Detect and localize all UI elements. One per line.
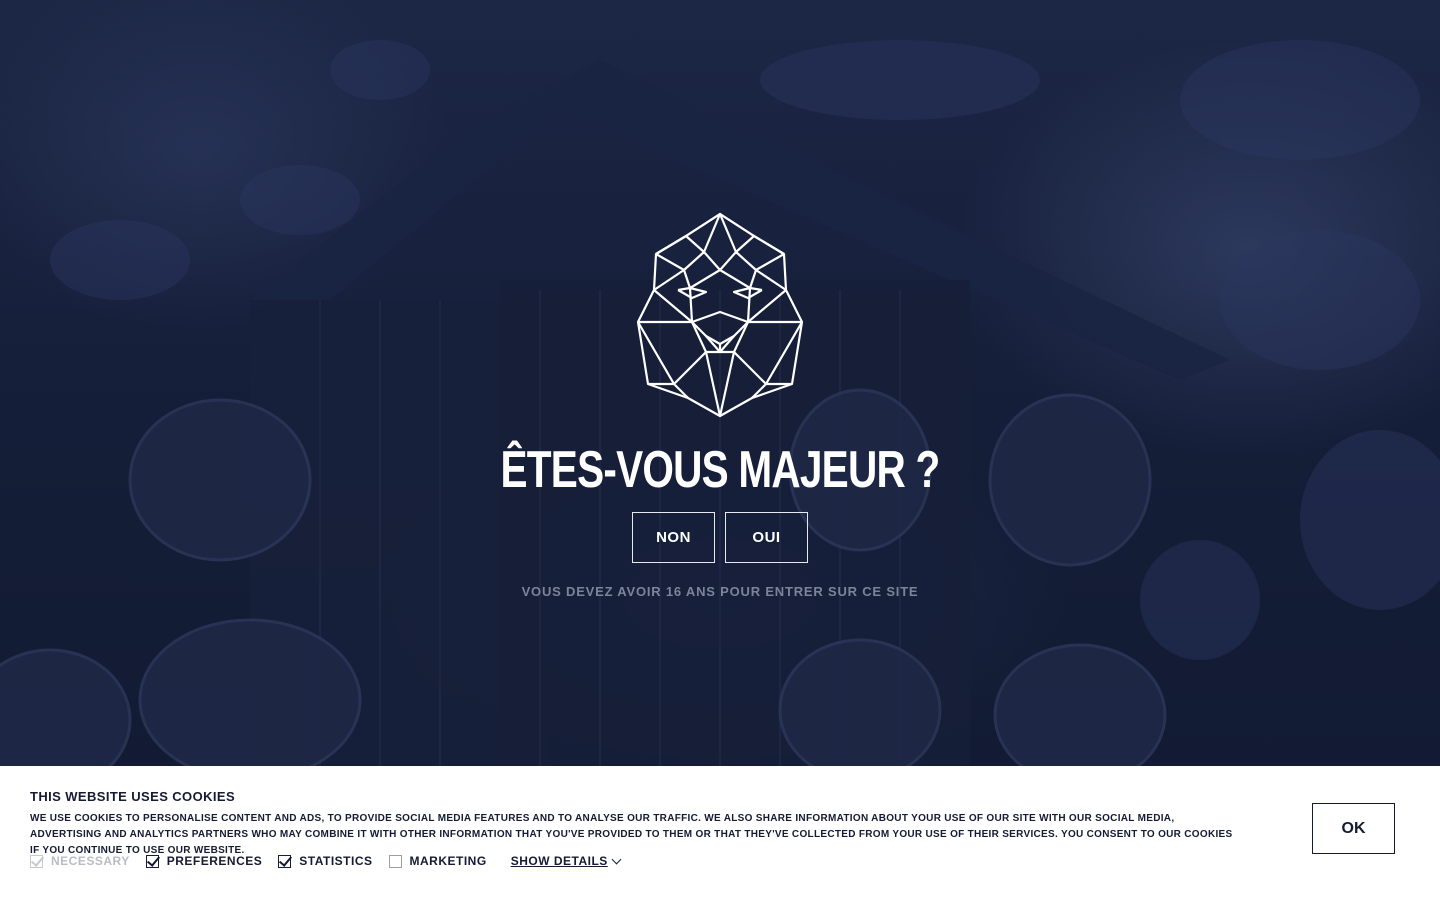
option-necessary: NECESSARY — [30, 854, 130, 868]
yes-button[interactable]: OUI — [725, 512, 808, 563]
cookie-ok-button[interactable]: OK — [1312, 803, 1395, 854]
cookie-banner-text: WE USE COOKIES TO PERSONALISE CONTENT AN… — [30, 813, 1233, 856]
show-details-link[interactable]: SHOW DETAILS — [511, 854, 622, 868]
chevron-down-icon — [611, 854, 622, 865]
marketing-label[interactable]: MARKETING — [410, 854, 487, 868]
lion-head-icon — [636, 212, 804, 418]
option-statistics[interactable]: STATISTICS — [278, 854, 372, 868]
necessary-checkbox — [30, 854, 43, 868]
cookie-options: NECESSARY PREFERENCES STATISTICS MARKETI… — [30, 854, 622, 868]
age-requirement-note: VOUS DEVEZ AVOIR 16 ANS POUR ENTRER SUR … — [521, 584, 919, 599]
statistics-checkbox[interactable] — [278, 854, 292, 868]
cookie-banner: THIS WEBSITE USES COOKIES WE USE COOKIES… — [0, 766, 1440, 900]
necessary-label: NECESSARY — [51, 854, 130, 868]
preferences-label[interactable]: PREFERENCES — [167, 854, 263, 868]
no-button[interactable]: NON — [632, 512, 715, 563]
option-marketing[interactable]: MARKETING — [388, 854, 487, 868]
option-preferences[interactable]: PREFERENCES — [145, 854, 263, 868]
statistics-label[interactable]: STATISTICS — [299, 854, 372, 868]
marketing-checkbox[interactable] — [388, 854, 402, 868]
preferences-checkbox[interactable] — [145, 854, 159, 868]
age-gate-buttons: NON OUI — [632, 512, 808, 563]
cookie-banner-title: THIS WEBSITE USES COOKIES — [30, 789, 236, 804]
show-details-label[interactable]: SHOW DETAILS — [511, 854, 608, 868]
age-question-title: ÊTES-VOUS MAJEUR ? — [500, 441, 941, 499]
